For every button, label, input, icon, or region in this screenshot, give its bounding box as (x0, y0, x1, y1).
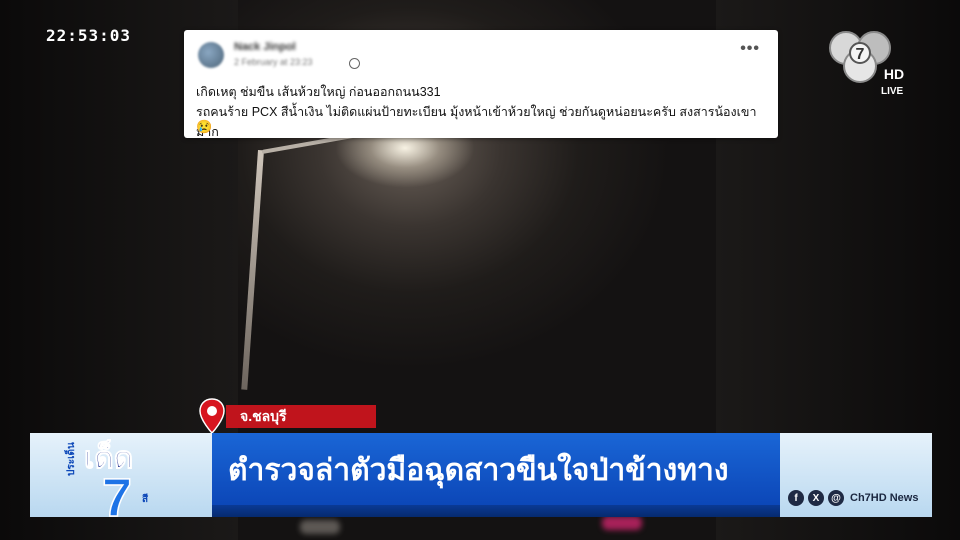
live-label: LIVE (881, 86, 904, 97)
globe-icon (349, 58, 360, 69)
post-text-line-1: เกิดเหตุ ช่มขืน เส้นห้วยใหญ่ ก่อนออกถนน3… (196, 85, 441, 99)
sad-emoji: 😢 (196, 119, 213, 134)
timecode: 22:53:03 (46, 26, 132, 45)
program-logo: ประเด็น เด็ด 7 สี (63, 439, 149, 519)
social-handle: Ch7HD News (850, 492, 919, 504)
post-timestamp: 2 February at 23:23 (234, 57, 313, 67)
road-light (300, 520, 340, 534)
post-author: Nack Jinpol (234, 41, 296, 53)
threads-icon[interactable]: @ (828, 490, 844, 506)
headline-underline-bar (212, 505, 780, 517)
post-text-line-2: รถคนร้าย PCX สีน้ำเงิน ไม่ติดแผ่นป้ายทะเ… (196, 105, 757, 139)
social-links: f X @ Ch7HD News (788, 487, 918, 509)
headline: ตำรวจล่าตัวมือฉุดสาวขืนใจป่าข้างทาง (228, 454, 729, 487)
road-light (602, 516, 642, 530)
program-logo-number: 7 (102, 468, 132, 518)
location-pin-icon (199, 398, 225, 434)
program-logo-suffix: สี (142, 493, 149, 505)
channel-logo-digit: 7 (856, 46, 865, 63)
x-icon[interactable]: X (808, 490, 824, 506)
facebook-icon[interactable]: f (788, 490, 804, 506)
avatar (198, 42, 224, 68)
location-label: จ.ชลบุรี (226, 405, 376, 428)
facebook-post-card: Nack Jinpol 2 February at 23:23 ••• เกิด… (184, 30, 778, 139)
hd-label: HD (884, 66, 904, 82)
program-logo-small: ประเด็น (63, 442, 77, 476)
more-icon[interactable]: ••• (740, 40, 760, 58)
